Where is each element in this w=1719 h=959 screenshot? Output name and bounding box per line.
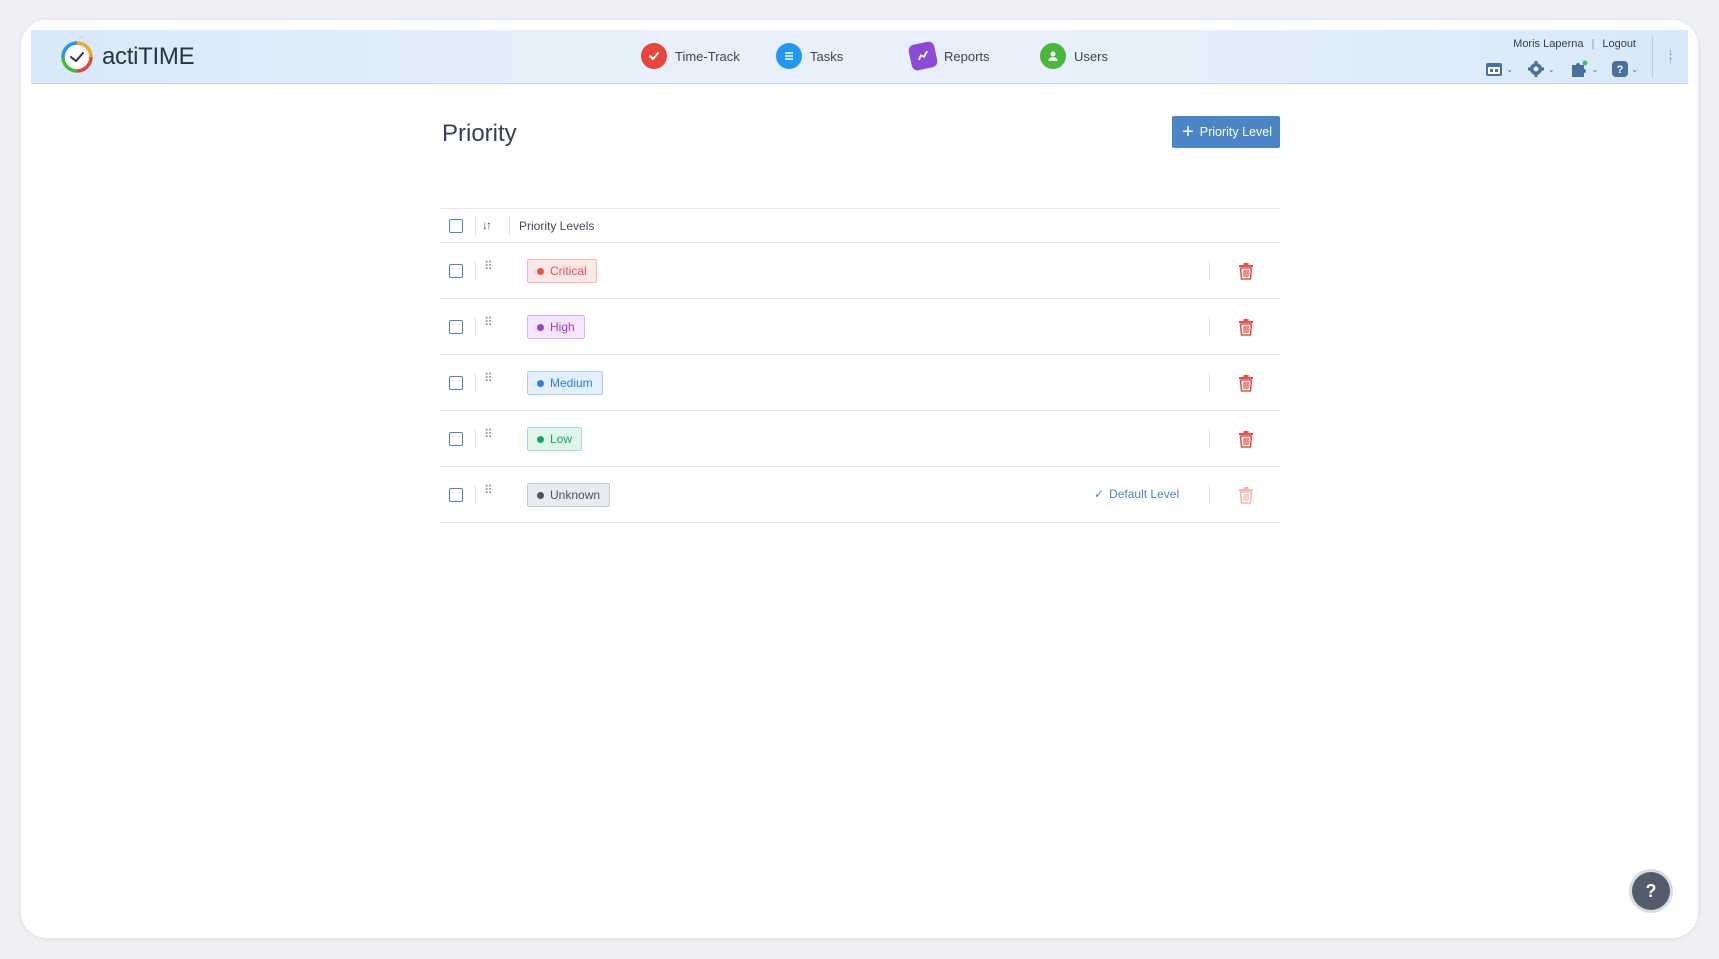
- trash-icon[interactable]: [1236, 261, 1256, 281]
- drag-handle-icon[interactable]: ⠿: [484, 316, 493, 328]
- app-window: actiTIME Time-Track Tasks Reports Users: [21, 20, 1698, 938]
- plus-icon: +: [1182, 121, 1194, 143]
- drag-handle-icon[interactable]: ⠿: [484, 484, 493, 496]
- chevron-down-icon: ⌄: [1591, 64, 1599, 74]
- nav-label: Tasks: [810, 48, 844, 64]
- calendar-icon: [1486, 63, 1503, 76]
- divider: [475, 429, 476, 449]
- priority-dot-icon: [537, 491, 544, 499]
- table-row: ⠿ High: [440, 299, 1280, 355]
- nav-time-track[interactable]: Time-Track: [641, 43, 740, 69]
- help-icon: ?: [1612, 61, 1629, 77]
- table-row: ⠿ Medium: [440, 355, 1280, 411]
- row-checkbox[interactable]: [449, 432, 463, 446]
- priority-dot-icon: [537, 267, 544, 275]
- logout-link[interactable]: Logout: [1602, 38, 1636, 50]
- chevron-down-icon: ⌄: [1547, 64, 1555, 74]
- row-checkbox[interactable]: [449, 264, 463, 278]
- drag-handle-icon[interactable]: ⠿: [484, 428, 493, 440]
- tasks-icon: [776, 43, 802, 69]
- divider: [475, 485, 476, 505]
- priority-table: ↓↑ Priority Levels ⠿ Critical ⠿ High ⠿ M…: [440, 208, 1280, 523]
- help-fab-button[interactable]: ?: [1632, 872, 1670, 910]
- table-header: ↓↑ Priority Levels: [440, 209, 1280, 243]
- column-header-priority-levels: Priority Levels: [519, 219, 595, 233]
- priority-label: Unknown: [550, 488, 601, 502]
- priority-label: Critical: [550, 264, 587, 278]
- sort-icon[interactable]: ↓↑: [482, 218, 492, 232]
- chevron-down-icon: ⌄: [1631, 64, 1638, 74]
- divider: [1209, 429, 1210, 449]
- nav-tasks[interactable]: Tasks: [776, 43, 843, 69]
- header-tools: ⌄ ⌄ ⌄ ? ⌄: [1485, 60, 1638, 78]
- priority-label: Medium: [550, 376, 593, 390]
- table-body: ⠿ Critical ⠿ High ⠿ Medium ⠿ Low ⠿ Unkno…: [440, 243, 1280, 523]
- default-level-label: Default Level: [1109, 487, 1180, 501]
- table-row: ⠿ Low: [440, 411, 1280, 467]
- select-all-checkbox[interactable]: [449, 219, 463, 233]
- chevron-down-icon: ⌄: [1506, 64, 1513, 74]
- nav-label: Time-Track: [675, 48, 740, 64]
- checkmark-icon: ✓: [1094, 487, 1105, 501]
- divider: [475, 216, 476, 236]
- gear-icon: [1527, 61, 1544, 77]
- row-checkbox[interactable]: [449, 488, 463, 502]
- divider: [1209, 485, 1210, 505]
- drag-handle-icon[interactable]: ⠿: [484, 372, 493, 384]
- svg-text:?: ?: [1617, 64, 1624, 76]
- priority-dot-icon: [537, 379, 544, 387]
- add-button-label: Priority Level: [1199, 125, 1272, 139]
- drag-handle-icon[interactable]: ⠿: [484, 260, 493, 272]
- trash-icon[interactable]: [1236, 429, 1256, 449]
- priority-tag[interactable]: Low: [527, 427, 583, 451]
- user-name[interactable]: Moris Laperna: [1513, 38, 1583, 50]
- divider: [1209, 317, 1210, 337]
- nav-label: Users: [1074, 48, 1108, 64]
- priority-tag[interactable]: High: [527, 315, 585, 339]
- user-bar: Moris Laperna | Logout: [1513, 38, 1636, 50]
- users-icon: [1040, 43, 1066, 69]
- priority-tag[interactable]: Critical: [527, 259, 597, 283]
- time-track-icon: [641, 43, 667, 69]
- app-logo[interactable]: actiTIME: [59, 39, 195, 75]
- table-row: ⠿ Unknown ✓ Default Level: [440, 467, 1280, 523]
- trash-icon[interactable]: [1236, 373, 1256, 393]
- priority-tag[interactable]: Unknown: [527, 483, 611, 507]
- priority-dot-icon: [537, 435, 544, 443]
- actitime-logo-icon: [61, 41, 93, 73]
- priority-tag[interactable]: Medium: [527, 371, 603, 395]
- nav-users[interactable]: Users: [1040, 43, 1108, 69]
- nav-label: Reports: [944, 48, 990, 64]
- row-checkbox[interactable]: [449, 376, 463, 390]
- reports-icon: [907, 40, 939, 72]
- collapse-header-button[interactable]: ↓ ↑: [1652, 36, 1688, 78]
- nav-reports[interactable]: Reports: [907, 40, 990, 72]
- divider: [509, 216, 510, 236]
- priority-label: Low: [550, 432, 573, 446]
- priority-dot-icon: [537, 323, 544, 331]
- trash-icon: [1239, 487, 1253, 504]
- top-header: actiTIME Time-Track Tasks Reports Users: [31, 30, 1688, 84]
- settings-menu[interactable]: ⌄: [1527, 60, 1555, 78]
- row-checkbox[interactable]: [449, 320, 463, 334]
- add-priority-level-button[interactable]: + Priority Level: [1172, 116, 1280, 148]
- divider: [1209, 373, 1210, 393]
- calendar-menu[interactable]: ⌄: [1485, 61, 1513, 77]
- user-separator: |: [1591, 38, 1595, 50]
- divider: [1209, 261, 1210, 281]
- default-level-indicator: ✓ Default Level: [1094, 487, 1179, 501]
- priority-label: High: [550, 320, 575, 334]
- help-menu[interactable]: ? ⌄: [1612, 61, 1638, 77]
- app-name: actiTIME: [102, 43, 195, 70]
- table-row: ⠿ Critical: [440, 243, 1280, 299]
- divider: [475, 317, 476, 337]
- trash-icon[interactable]: [1236, 317, 1256, 337]
- puzzle-icon: [1571, 60, 1588, 77]
- collapse-arrows-icon: ↓ ↑: [1668, 47, 1673, 66]
- divider: [475, 373, 476, 393]
- page-title: Priority: [442, 120, 517, 147]
- addons-menu[interactable]: ⌄: [1569, 60, 1599, 78]
- divider: [475, 261, 476, 281]
